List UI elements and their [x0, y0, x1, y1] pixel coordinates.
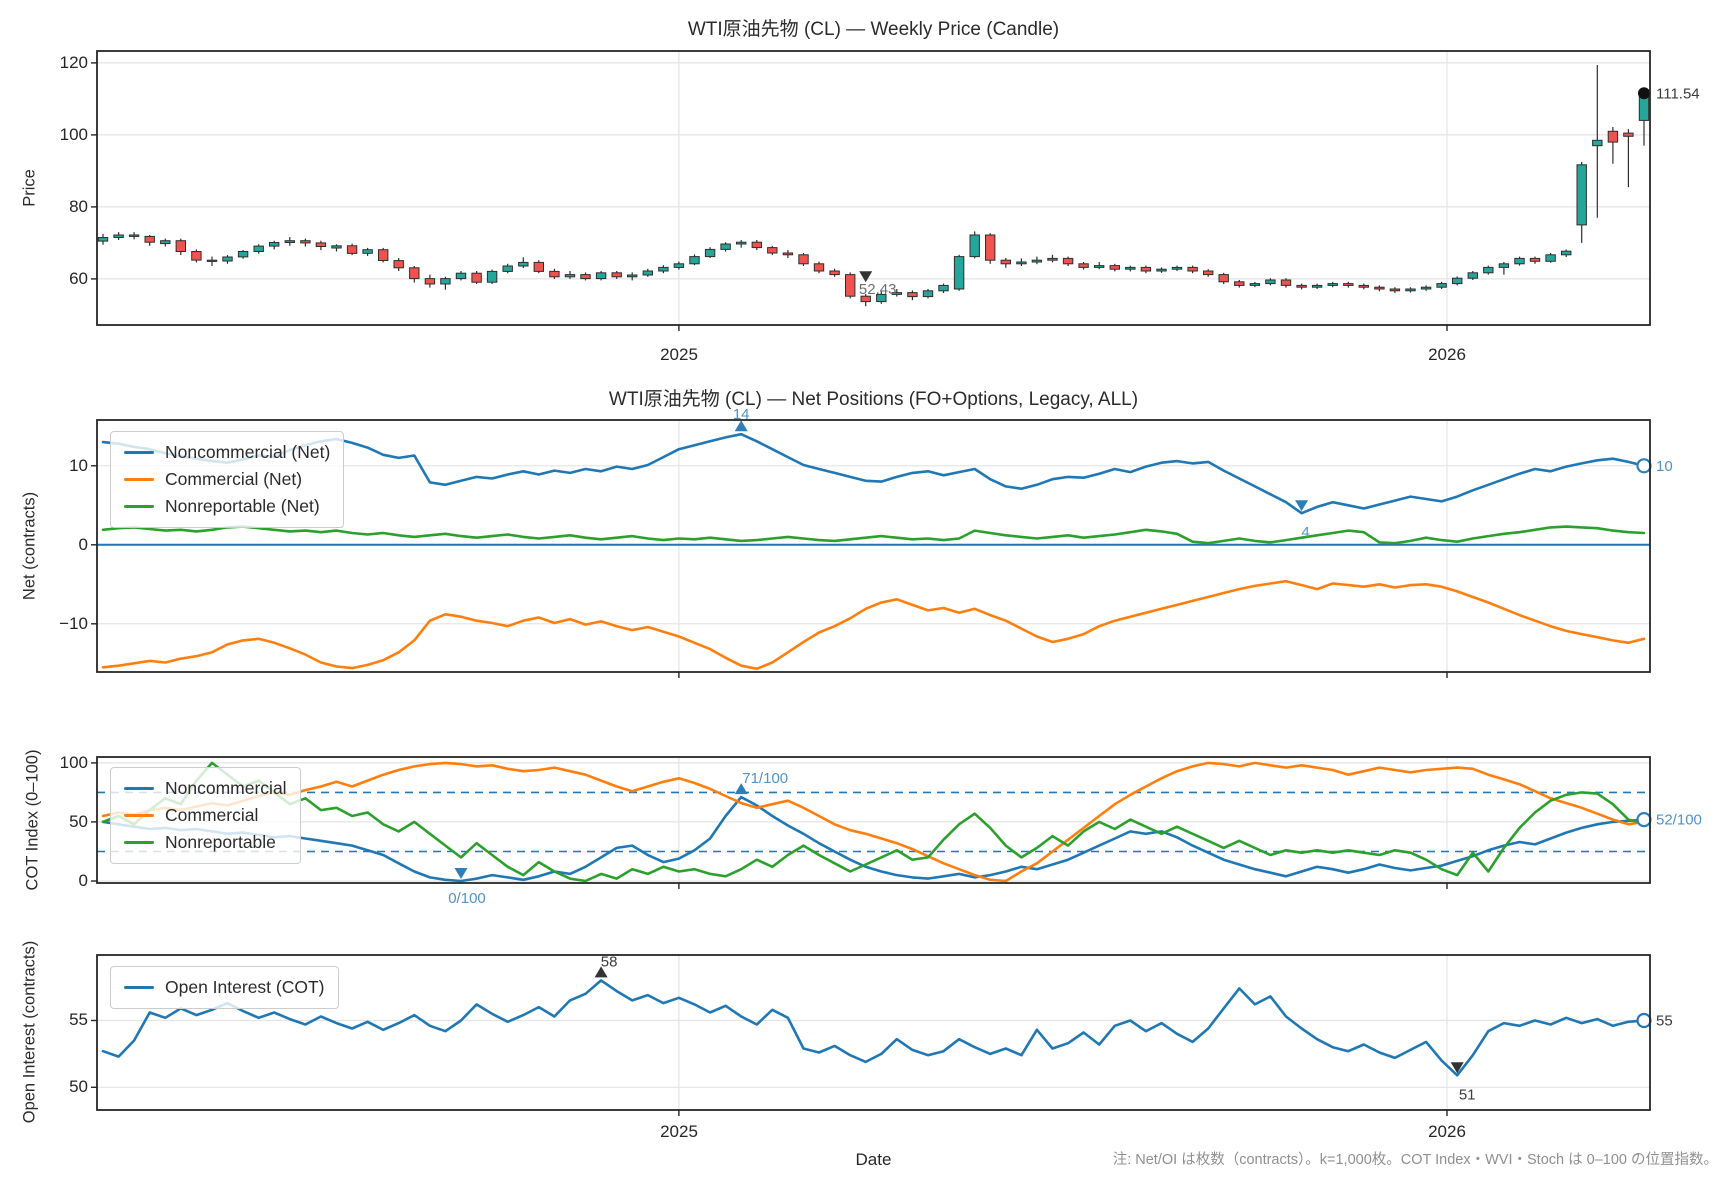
net-ytick-0: 0	[20, 534, 88, 556]
legend-item-label: Nonreportable	[165, 832, 276, 853]
price-ytick-80: 80	[20, 196, 88, 218]
svg-text:4: 4	[1301, 524, 1309, 541]
svg-text:71/100: 71/100	[742, 770, 788, 787]
annotation-4: 4	[1295, 500, 1310, 541]
price-chart-title: WTI原油先物 (CL) — Weekly Price (Candle)	[97, 14, 1650, 41]
net-ytick-m10: −10	[20, 613, 88, 635]
annotation-55: 55	[1638, 1013, 1673, 1030]
cot-index-plot: 0/100 71/100 52/100	[91, 757, 1702, 907]
price-ytick-60: 60	[20, 268, 88, 290]
annotation-58: 58	[595, 953, 618, 977]
oi-ytick-55: 55	[20, 1009, 88, 1031]
price-candles	[98, 65, 1648, 306]
price-plot: 52.43 111.54	[91, 51, 1700, 331]
legend-item-noncommercial-net: Noncommercial (Net)	[124, 439, 330, 466]
annotation-10: 10	[1638, 458, 1673, 475]
cot-ytick-0: 0	[20, 870, 88, 892]
legend-item-commercial-net: Commercial (Net)	[124, 466, 330, 493]
legend-swatch-icon	[124, 451, 154, 455]
annotation-52-43: 52.43	[859, 271, 897, 298]
legend-swatch-icon	[124, 814, 154, 818]
legend-item-noncommercial: Noncommercial	[124, 775, 287, 802]
cot-index-legend: Noncommercial Commercial Nonreportable	[110, 767, 301, 864]
net-legend: Noncommercial (Net) Commercial (Net) Nonre…	[110, 431, 344, 528]
legend-swatch-icon	[124, 841, 154, 845]
annotation-71-100: 71/100	[735, 770, 788, 794]
svg-text:51: 51	[1459, 1086, 1476, 1103]
legend-swatch-icon	[124, 505, 154, 509]
svg-text:58: 58	[601, 953, 618, 970]
footnote: 注: Net/OI は枚数（contracts）。k=1,000枚。COT In…	[1113, 1148, 1718, 1169]
series-commercial-net	[103, 581, 1644, 669]
series-nonreportable-net	[103, 527, 1644, 544]
cot-ytick-100: 100	[20, 752, 88, 774]
svg-text:55: 55	[1656, 1013, 1673, 1030]
legend-item-label: Open Interest (COT)	[165, 977, 325, 998]
legend-item-label: Noncommercial (Net)	[165, 442, 330, 463]
annotation-52-100: 52/100	[1638, 812, 1702, 829]
net-positions-chart-title: WTI原油先物 (CL) — Net Positions (FO+Options…	[97, 384, 1650, 411]
price-ytick-120: 120	[20, 52, 88, 74]
legend-item-label: Commercial (Net)	[165, 469, 302, 490]
open-interest-legend: Open Interest (COT)	[110, 966, 339, 1009]
net-ytick-10: 10	[20, 455, 88, 477]
legend-swatch-icon	[124, 986, 154, 990]
oi-xtick-2025: 2025	[634, 1122, 724, 1142]
price-ytick-100: 100	[20, 124, 88, 146]
cot-ytick-50: 50	[20, 811, 88, 833]
oi-ytick-50: 50	[20, 1076, 88, 1098]
svg-text:0/100: 0/100	[448, 890, 486, 907]
legend-swatch-icon	[124, 787, 154, 791]
svg-text:52/100: 52/100	[1656, 812, 1702, 829]
cot-report-page: 52.43111.54144100/10071/10052/100585155 …	[0, 0, 1728, 1180]
legend-item-label: Nonreportable (Net)	[165, 496, 320, 517]
price-xtick-2025: 2025	[634, 345, 724, 365]
annotation-0-100: 0/100	[448, 868, 486, 907]
series-noncommercial	[103, 797, 1644, 881]
svg-text:111.54: 111.54	[1656, 85, 1700, 102]
price-xtick-2026: 2026	[1402, 345, 1492, 365]
legend-item-nonreportable-net: Nonreportable (Net)	[124, 493, 330, 520]
legend-item-commercial: Commercial	[124, 802, 287, 829]
legend-item-open-interest-cot: Open Interest (COT)	[124, 974, 325, 1001]
legend-item-label: Commercial	[165, 805, 258, 826]
oi-xtick-2026: 2026	[1402, 1122, 1492, 1142]
svg-text:52.43: 52.43	[859, 281, 897, 298]
legend-swatch-icon	[124, 478, 154, 482]
legend-item-label: Noncommercial	[165, 778, 287, 799]
legend-item-nonreportable: Nonreportable	[124, 829, 287, 856]
svg-text:10: 10	[1656, 458, 1673, 475]
